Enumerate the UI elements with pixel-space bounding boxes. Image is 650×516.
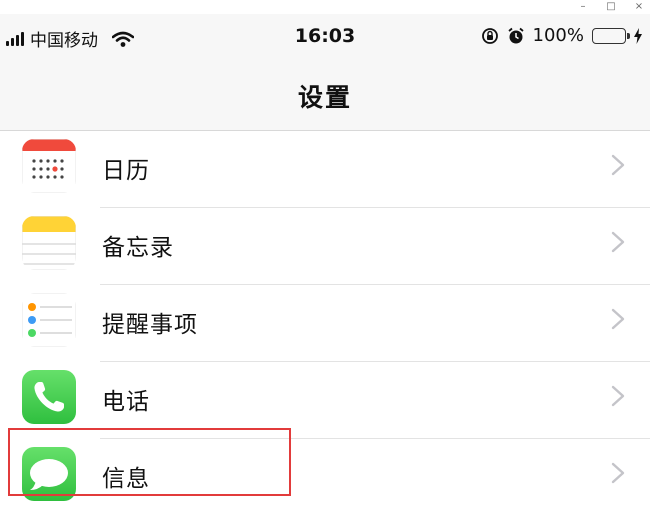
settings-row-notes[interactable]: 备忘录 — [0, 208, 650, 285]
window-controls: – □ × — [576, 0, 646, 14]
chevron-right-icon — [611, 308, 625, 330]
notes-icon — [22, 216, 76, 270]
messages-icon — [22, 447, 76, 501]
chevron-right-icon — [611, 231, 625, 253]
charging-bolt-icon — [634, 27, 642, 44]
settings-row-label: 备忘录 — [102, 235, 174, 261]
settings-list: 日历 备忘录 提醒事项 电话 信息 — [0, 131, 650, 516]
chevron-right-icon — [611, 385, 625, 407]
alarm-icon — [507, 27, 524, 43]
settings-row-reminders[interactable]: 提醒事项 — [0, 285, 650, 362]
settings-row-label: 日历 — [102, 158, 150, 184]
reminders-icon — [22, 293, 76, 347]
battery-percent: 100% — [532, 25, 584, 46]
maximize-button[interactable]: □ — [604, 0, 618, 14]
settings-row-messages[interactable]: 信息 — [0, 439, 650, 516]
settings-row-label: 电话 — [102, 389, 150, 415]
settings-row-label: 信息 — [102, 466, 150, 492]
calendar-icon — [22, 139, 76, 193]
close-button[interactable]: × — [632, 0, 646, 14]
status-bar: 中国移动 16:03 100% — [0, 14, 650, 58]
settings-row-label: 提醒事项 — [102, 312, 198, 338]
phone-icon — [22, 370, 76, 424]
orientation-lock-icon — [481, 27, 498, 44]
settings-row-phone[interactable]: 电话 — [0, 362, 650, 439]
chevron-right-icon — [611, 154, 625, 176]
minimize-button[interactable]: – — [576, 0, 590, 14]
settings-row-calendar[interactable]: 日历 — [0, 131, 650, 208]
navigation-bar: 设置 — [0, 58, 650, 131]
chevron-right-icon — [611, 462, 625, 484]
battery-icon — [592, 27, 630, 44]
page-title: 设置 — [297, 83, 352, 112]
